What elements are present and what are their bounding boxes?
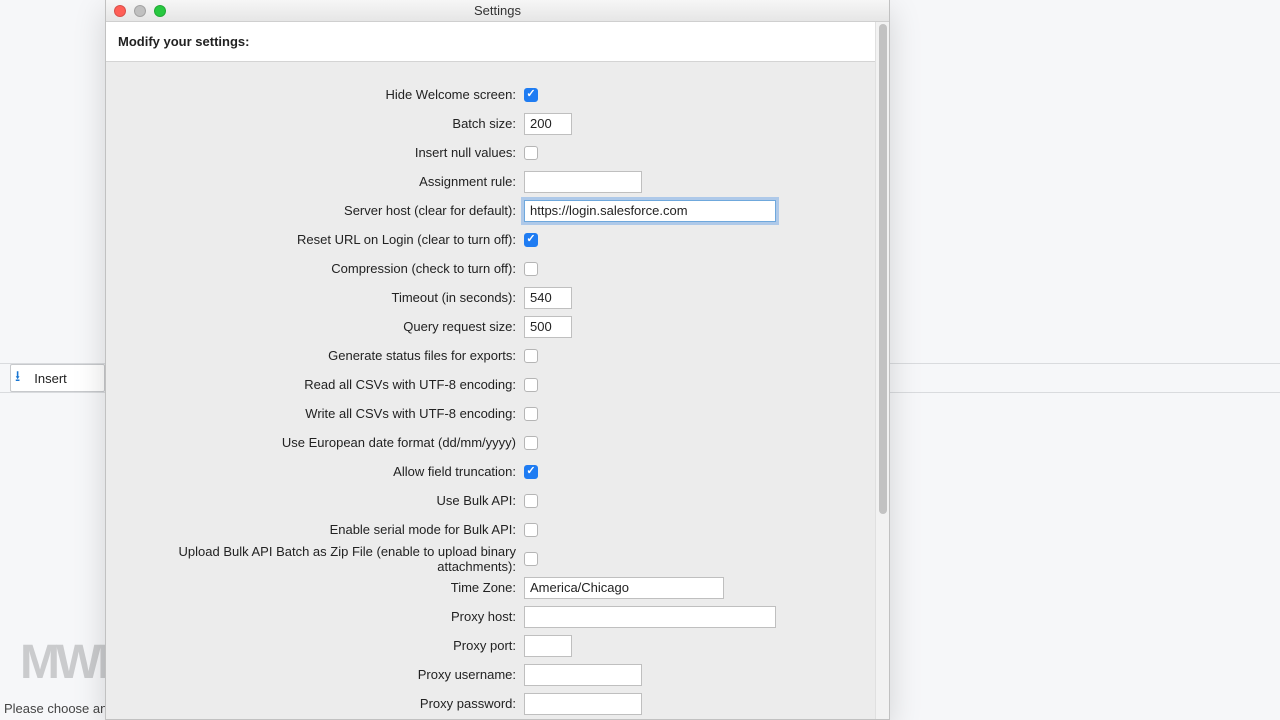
query-size-input[interactable] xyxy=(524,316,572,338)
proxy-username-label: Proxy username: xyxy=(116,667,524,682)
timezone-input[interactable] xyxy=(524,577,724,599)
proxy-password-label: Proxy password: xyxy=(116,696,524,711)
proxy-port-input[interactable] xyxy=(524,635,572,657)
bg-insert-label: Insert xyxy=(34,371,67,386)
insert-null-label: Insert null values: xyxy=(116,145,524,160)
status-bar-text: Please choose an xyxy=(4,701,107,716)
write-utf8-label: Write all CSVs with UTF-8 encoding: xyxy=(116,406,524,421)
assignment-rule-input[interactable] xyxy=(524,171,642,193)
write-utf8-checkbox[interactable] xyxy=(524,407,538,421)
server-host-label: Server host (clear for default): xyxy=(116,203,524,218)
timezone-label: Time Zone: xyxy=(116,580,524,595)
download-icon: ⭳ xyxy=(15,366,20,391)
assignment-rule-label: Assignment rule: xyxy=(116,174,524,189)
titlebar: Settings xyxy=(106,0,889,22)
proxy-password-input[interactable] xyxy=(524,693,642,715)
bulk-serial-label: Enable serial mode for Bulk API: xyxy=(116,522,524,537)
hide-welcome-checkbox[interactable] xyxy=(524,88,538,102)
proxy-port-label: Proxy port: xyxy=(116,638,524,653)
euro-date-label: Use European date format (dd/mm/yyyy) xyxy=(116,435,524,450)
timeout-input[interactable] xyxy=(524,287,572,309)
hide-welcome-label: Hide Welcome screen: xyxy=(116,87,524,102)
batch-size-label: Batch size: xyxy=(116,116,524,131)
bulk-zip-label: Upload Bulk API Batch as Zip File (enabl… xyxy=(116,544,524,574)
proxy-host-label: Proxy host: xyxy=(116,609,524,624)
field-trunc-checkbox[interactable] xyxy=(524,465,538,479)
query-size-label: Query request size: xyxy=(116,319,524,334)
page-heading: Modify your settings: xyxy=(118,34,863,49)
server-host-input[interactable] xyxy=(524,200,776,222)
status-files-label: Generate status files for exports: xyxy=(116,348,524,363)
bulk-api-checkbox[interactable] xyxy=(524,494,538,508)
timeout-label: Timeout (in seconds): xyxy=(116,290,524,305)
bg-insert-button[interactable]: ⭳ Insert xyxy=(10,364,105,392)
reset-url-label: Reset URL on Login (clear to turn off): xyxy=(116,232,524,247)
insert-null-checkbox[interactable] xyxy=(524,146,538,160)
proxy-username-input[interactable] xyxy=(524,664,642,686)
settings-dialog: Settings Modify your settings: Hide Welc… xyxy=(105,0,890,720)
scrollbar-thumb[interactable] xyxy=(879,24,887,514)
bulk-api-label: Use Bulk API: xyxy=(116,493,524,508)
proxy-host-input[interactable] xyxy=(524,606,776,628)
reset-url-checkbox[interactable] xyxy=(524,233,538,247)
batch-size-input[interactable] xyxy=(524,113,572,135)
scrollbar[interactable] xyxy=(875,22,889,719)
read-utf8-checkbox[interactable] xyxy=(524,378,538,392)
window-title: Settings xyxy=(106,3,889,18)
read-utf8-label: Read all CSVs with UTF-8 encoding: xyxy=(116,377,524,392)
status-files-checkbox[interactable] xyxy=(524,349,538,363)
bulk-serial-checkbox[interactable] xyxy=(524,523,538,537)
bulk-zip-checkbox[interactable] xyxy=(524,552,538,566)
settings-form: Hide Welcome screen: Batch size: Insert … xyxy=(106,62,875,719)
compression-checkbox[interactable] xyxy=(524,262,538,276)
euro-date-checkbox[interactable] xyxy=(524,436,538,450)
compression-label: Compression (check to turn off): xyxy=(116,261,524,276)
field-trunc-label: Allow field truncation: xyxy=(116,464,524,479)
